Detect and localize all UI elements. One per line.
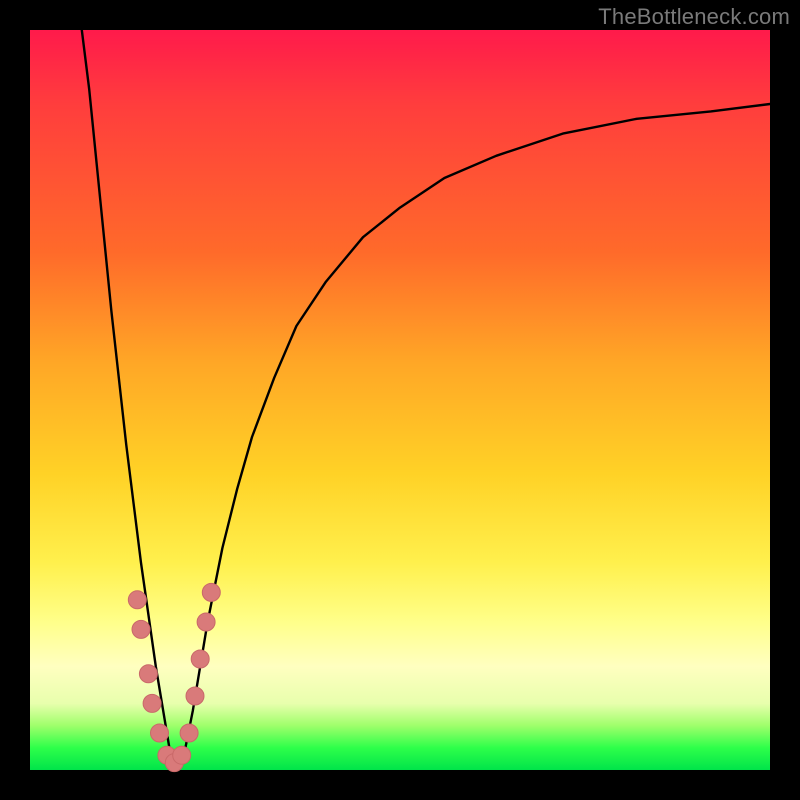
marker-dot	[202, 583, 220, 601]
marker-dot	[180, 724, 198, 742]
marker-dot	[143, 694, 161, 712]
marker-dot	[128, 591, 146, 609]
marker-dot	[197, 613, 215, 631]
marker-dot	[132, 620, 150, 638]
chart-frame: TheBottleneck.com	[0, 0, 800, 800]
marker-group	[128, 583, 220, 771]
marker-dot	[173, 746, 191, 764]
marker-dot	[186, 687, 204, 705]
watermark-text: TheBottleneck.com	[598, 4, 790, 30]
marker-dot	[151, 724, 169, 742]
chart-svg	[30, 30, 770, 770]
plot-area	[30, 30, 770, 770]
bottleneck-curve	[82, 30, 770, 770]
marker-dot	[191, 650, 209, 668]
marker-dot	[139, 665, 157, 683]
